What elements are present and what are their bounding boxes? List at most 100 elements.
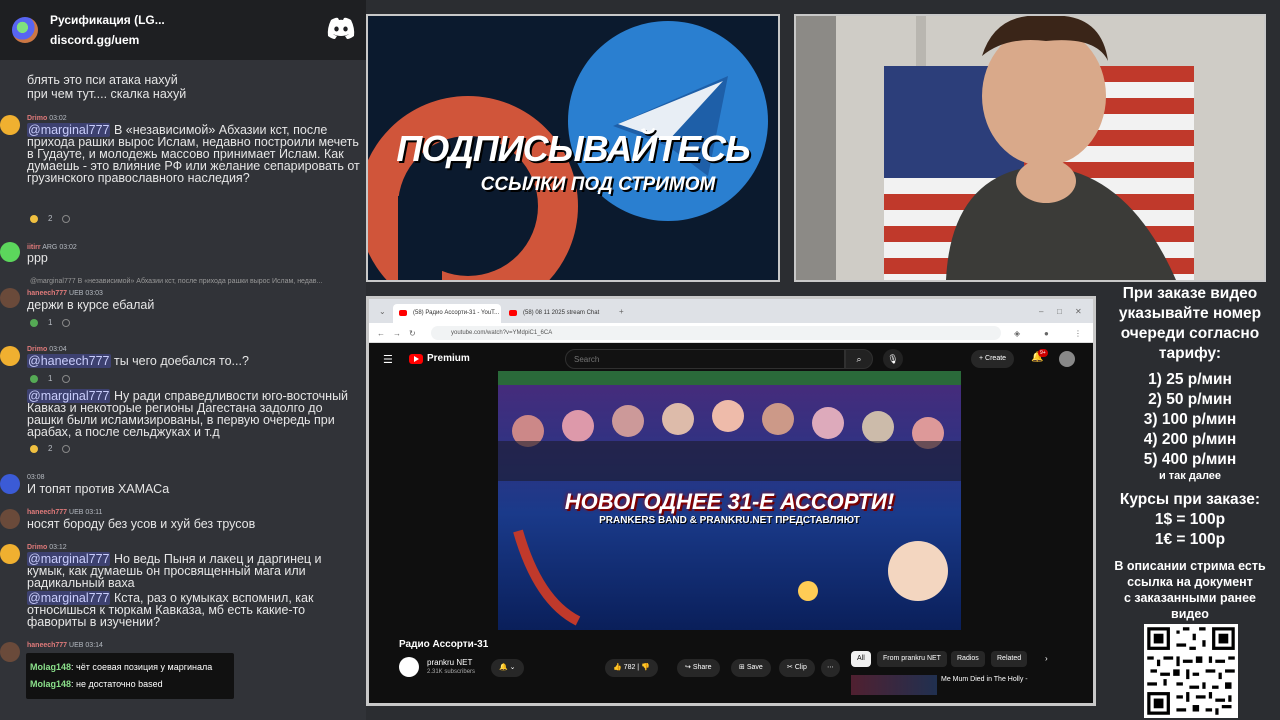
username[interactable]: haneech777 — [27, 642, 67, 649]
youtube-logo[interactable]: Premium — [409, 353, 470, 364]
avatar[interactable] — [0, 346, 20, 366]
notification-badge: 9+ — [1038, 349, 1048, 357]
username[interactable]: haneech777 — [27, 509, 67, 516]
video-title: Радио Ассорти-31 — [399, 639, 489, 650]
create-button[interactable]: + Create — [971, 350, 1015, 368]
tariff-item: 3) 100 р/мин — [1143, 411, 1237, 428]
subscribe-bell-button[interactable]: 🔔 ⌄ — [491, 659, 524, 677]
timestamp: 03:11 — [85, 509, 103, 516]
username[interactable]: haneech777 — [27, 290, 67, 297]
message-text: ты чего доебался то...? — [110, 354, 249, 368]
role-badge: UEB — [69, 509, 84, 516]
message-text: держи в курсе ебалай — [27, 298, 155, 312]
chip-from-channel[interactable]: From prankru NET — [877, 651, 947, 667]
info-text: с заказанными ранее — [1123, 591, 1256, 605]
share-button[interactable]: ↪ Share — [677, 659, 720, 677]
related-video-thumbnail[interactable] — [851, 675, 937, 695]
back-icon[interactable]: ← — [377, 329, 385, 338]
emoji-icon — [30, 445, 38, 454]
video-player[interactable]: НОВОГОДНЕЕ 31-Е АССОРТИ! PRANKERS BAND &… — [498, 371, 961, 630]
search-input[interactable] — [565, 349, 845, 369]
chat-header: Русификация (LG... discord.gg/uem — [0, 0, 366, 60]
avatar[interactable] — [0, 544, 20, 564]
info-text: При заказе видео — [1122, 285, 1258, 302]
clip-button[interactable]: ✂ Clip — [779, 659, 815, 677]
more-actions-icon[interactable]: ⋯ — [821, 659, 840, 677]
channel-avatar[interactable] — [399, 657, 419, 677]
add-reaction-icon[interactable] — [62, 375, 71, 384]
message-text: при чем тут.... скалка нахуй — [27, 87, 187, 101]
subscribe-banner: ПОДПИСЫВАЙТЕСЬ ССЫЛКИ ПОД СТРИМОМ — [366, 14, 780, 282]
tariff-item: 5) 400 р/мин — [1143, 451, 1237, 468]
username[interactable]: Drimo — [27, 544, 47, 551]
extensions-icon[interactable]: ◈ — [1014, 329, 1020, 338]
chip-related[interactable]: Related — [991, 651, 1028, 667]
message-text: носят бороду без усов и хуй без трусов — [27, 517, 256, 531]
save-button[interactable]: ⊞ Save — [731, 659, 771, 677]
mention[interactable]: @haneech777 — [27, 354, 111, 368]
username[interactable]: iitirr — [27, 244, 41, 251]
timestamp: 03:14 — [85, 642, 103, 649]
new-tab-icon[interactable]: + — [619, 307, 624, 316]
discord-icon — [327, 17, 355, 39]
video-subtitle-overlay: PRANKERS BAND & PRANKRU.NET ПРЕДСТАВЛЯЮТ — [599, 515, 860, 526]
hamburger-menu-icon[interactable]: ☰ — [383, 353, 393, 366]
youtube-play-icon — [409, 353, 423, 364]
server-invite[interactable]: discord.gg/uem — [50, 33, 165, 47]
reactions[interactable]: 2 — [30, 213, 71, 226]
add-reaction-icon[interactable] — [62, 215, 71, 224]
related-video-title[interactable]: Me Mum Died in The Holly - — [941, 676, 1028, 683]
info-text: видео — [1171, 607, 1209, 621]
message-text: ррр — [27, 251, 48, 265]
reactions[interactable]: 2 — [30, 443, 71, 456]
like-button[interactable]: 👍 782 | 👎 — [605, 659, 658, 677]
chip-radios[interactable]: Radios — [951, 651, 985, 667]
microphone-icon[interactable]: 🎙 — [883, 349, 903, 369]
search-icon[interactable]: ⌕ — [845, 349, 873, 369]
info-text: тарифу: — [1158, 345, 1222, 362]
video-title-overlay: НОВОГОДНЕЕ 31-Е АССОРТИ! — [564, 489, 895, 514]
browser-tab[interactable]: (58) 08 11 2025 stream Chat — [503, 304, 611, 323]
minimize-icon[interactable]: – — [1039, 307, 1043, 316]
emoji-icon — [30, 319, 38, 328]
tab-bar: ⌄ (58) Радио Ассорти-31 - YouT... (58) 0… — [369, 299, 1093, 323]
username[interactable]: Drimo — [27, 115, 47, 122]
timestamp: 03:02 — [59, 244, 77, 251]
account-avatar[interactable] — [1059, 351, 1075, 367]
avatar[interactable] — [0, 242, 20, 262]
webcam-image — [796, 16, 1264, 280]
twitch-chat-overlay: Molag148: чёт соевая позиция у маргинала… — [26, 653, 234, 699]
reload-icon[interactable]: ↻ — [409, 329, 416, 338]
avatar[interactable] — [0, 509, 20, 529]
server-icon — [12, 17, 38, 43]
rate-item: 1$ = 100р — [1154, 511, 1226, 528]
twitch-chat-line: Molag148: не достаточно based — [30, 679, 163, 689]
emoji-icon — [30, 215, 38, 224]
avatar[interactable] — [0, 115, 20, 135]
browser-tab-active[interactable]: (58) Радио Ассорти-31 - YouT... — [393, 304, 501, 323]
avatar[interactable] — [0, 474, 20, 494]
add-reaction-icon[interactable] — [62, 319, 71, 328]
url-field[interactable]: youtube.com/watch?v=YMdpiC1_6CA — [431, 326, 1001, 340]
username[interactable]: Drimo — [27, 346, 47, 353]
timestamp: 03:12 — [49, 544, 67, 551]
avatar[interactable] — [0, 642, 20, 662]
close-icon[interactable]: ✕ — [1075, 307, 1082, 316]
chevron-right-icon[interactable]: › — [1045, 654, 1048, 663]
reply-preview[interactable]: @marginal777 В «независимой» Абхазии кст… — [30, 276, 322, 289]
reactions[interactable]: 1 — [30, 317, 71, 330]
add-reaction-icon[interactable] — [62, 445, 71, 454]
channel-name[interactable]: prankru NET — [427, 658, 472, 667]
role-badge: ARG — [42, 244, 58, 251]
profile-icon[interactable]: ● — [1044, 329, 1049, 338]
menu-icon[interactable]: ⋮ — [1074, 329, 1082, 338]
maximize-icon[interactable]: □ — [1057, 307, 1062, 316]
chip-all[interactable]: All — [851, 651, 871, 667]
reactions[interactable]: 1 — [30, 373, 71, 386]
tariff-item: 2) 50 р/мин — [1148, 391, 1232, 408]
timestamp: 03:08 — [27, 474, 45, 481]
forward-icon[interactable]: → — [393, 329, 401, 338]
info-text: и так далее — [1158, 470, 1222, 482]
avatar[interactable] — [0, 288, 20, 308]
tab-list-icon[interactable]: ⌄ — [379, 307, 386, 316]
